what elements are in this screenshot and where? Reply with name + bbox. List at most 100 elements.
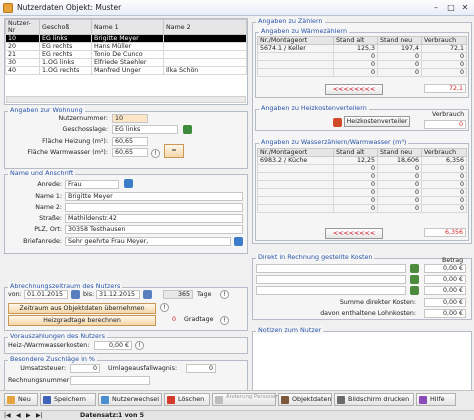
direkt-text-1[interactable] xyxy=(256,264,406,273)
nutzerwechsel-button[interactable]: Nutzerwechsel xyxy=(98,393,162,406)
calendar-icon[interactable] xyxy=(143,290,152,299)
table-row[interactable]: 000 xyxy=(257,52,467,61)
table-cell[interactable]: 0 xyxy=(421,188,467,197)
col-header[interactable]: Name 2 xyxy=(163,19,247,35)
equals-button[interactable]: = xyxy=(164,144,184,158)
table-cell[interactable]: 0 xyxy=(421,204,467,213)
table-cell[interactable]: 18,606 xyxy=(377,156,422,165)
table-cell[interactable]: 0 xyxy=(333,188,378,197)
table-row[interactable]: 000 xyxy=(257,188,467,197)
table-cell[interactable]: 30 xyxy=(5,58,40,67)
table-cell[interactable]: 6,356 xyxy=(421,156,467,165)
bildschirm-drucken-button[interactable]: Bildschirm drucken xyxy=(334,393,414,406)
bis-field[interactable]: 31.12.2015 xyxy=(96,290,140,299)
table-cell[interactable]: 0 xyxy=(377,164,422,173)
table-cell[interactable] xyxy=(257,60,334,69)
nutzernummer-field[interactable]: 10 xyxy=(112,114,148,123)
info-icon[interactable]: ! xyxy=(160,303,169,312)
table-cell[interactable]: Manfred Unger xyxy=(91,66,164,75)
table-cell[interactable]: 0 xyxy=(421,52,467,61)
table-cell[interactable]: Brigitte Meyer xyxy=(91,34,164,43)
table-cell[interactable]: 0 xyxy=(333,68,378,77)
aenderung-button[interactable]: Änderung Personenzahl xyxy=(212,393,290,406)
table-row[interactable]: 000 xyxy=(257,180,467,189)
speichern-button[interactable]: Speichern xyxy=(40,393,96,406)
lohn-field[interactable]: 0,00 € xyxy=(424,309,466,318)
table-row[interactable]: 40 1.OG rechts Manfred Unger Ilka Schön xyxy=(5,66,247,75)
table-cell[interactable] xyxy=(163,50,247,59)
table-cell[interactable] xyxy=(257,172,334,181)
table-cell[interactable]: 0 xyxy=(377,60,422,69)
table-cell[interactable]: Hans Müller xyxy=(91,42,164,51)
table-row[interactable]: 10 EG links Brigitte Meyer xyxy=(5,34,247,43)
direkt-betrag-2[interactable]: 0,00 € xyxy=(424,275,466,284)
hilfe-button[interactable]: Hilfe xyxy=(416,393,456,406)
zeitraum-objekt-button[interactable]: Zeitraum aus Objektdaten übernehmen xyxy=(8,303,156,314)
objektdaten-button[interactable]: Objektdaten xyxy=(278,393,332,406)
table-cell[interactable]: 40 xyxy=(5,66,40,75)
next-record-icon[interactable]: ▶ xyxy=(26,412,34,419)
umsatz-field[interactable]: 0 xyxy=(70,364,100,373)
table-cell[interactable]: 6983.2 / Küche xyxy=(257,156,334,165)
table-row[interactable]: 000 xyxy=(257,60,467,69)
table-row[interactable]: 000 xyxy=(257,68,467,77)
close-icon[interactable]: ✕ xyxy=(459,2,471,13)
table-cell[interactable] xyxy=(257,180,334,189)
von-field[interactable]: 01.01.2015 xyxy=(24,290,68,299)
table-cell[interactable] xyxy=(163,58,247,67)
table-cell[interactable]: EG links xyxy=(39,34,92,43)
ort-field[interactable]: 30358 Testhausen xyxy=(65,225,243,234)
table-cell[interactable]: 125,3 xyxy=(333,44,378,53)
table-cell[interactable]: 0 xyxy=(377,68,422,77)
prev-record-icon[interactable]: ◀ xyxy=(16,412,24,419)
direkt-text-2[interactable] xyxy=(256,275,406,284)
strasse-field[interactable]: Mathildenstr.42 xyxy=(65,214,243,223)
heizkostenverteiler-button[interactable]: Heizkostenverteiler xyxy=(344,116,410,127)
table-cell[interactable] xyxy=(257,196,334,205)
briefanrede-field[interactable]: Sehr geehrte Frau Meyer, xyxy=(65,237,231,246)
info-icon[interactable]: ! xyxy=(220,316,229,325)
maximize-icon[interactable]: □ xyxy=(445,2,457,13)
info-icon[interactable]: ! xyxy=(135,341,144,350)
table-cell[interactable]: 0 xyxy=(421,196,467,205)
table-cell[interactable]: 0 xyxy=(333,196,378,205)
wasser-sum-button[interactable]: <<<<<<<< xyxy=(325,228,383,239)
table-cell[interactable]: 0 xyxy=(333,52,378,61)
table-cell[interactable] xyxy=(257,204,334,213)
geschoss-field[interactable]: EG links xyxy=(112,125,178,134)
name2-field[interactable] xyxy=(65,203,243,212)
table-cell[interactable]: Ilka Schön xyxy=(163,66,247,75)
table-cell[interactable]: 5674.1 / Keller xyxy=(257,44,334,53)
direkt-text-3[interactable] xyxy=(256,286,406,295)
minimize-icon[interactable]: – xyxy=(430,2,442,13)
table-cell[interactable]: 0 xyxy=(333,204,378,213)
warmwasser-field[interactable]: 60,65 xyxy=(112,148,148,157)
table-cell[interactable]: 0 xyxy=(377,180,422,189)
heizung-field[interactable]: 60,65 xyxy=(112,137,148,146)
table-row[interactable]: 5674.1 / Keller 125,3 197,4 72,1 xyxy=(257,44,467,53)
table-cell[interactable]: 1.OG rechts xyxy=(39,66,92,75)
table-cell[interactable] xyxy=(163,42,247,51)
warm-sum-button[interactable]: <<<<<<<< xyxy=(325,84,383,95)
col-header[interactable]: Geschoß xyxy=(39,19,92,35)
umlage-field[interactable]: 0 xyxy=(186,364,216,373)
heizgradtage-button[interactable]: Heizgradtage berechnen xyxy=(8,315,156,326)
table-cell[interactable]: 0 xyxy=(377,196,422,205)
table-cell[interactable]: 0 xyxy=(421,60,467,69)
table-cell[interactable] xyxy=(257,164,334,173)
direkt-betrag-3[interactable]: 0,00 € xyxy=(424,286,466,295)
table-cell[interactable]: 0 xyxy=(421,180,467,189)
table-cell[interactable]: 0 xyxy=(377,172,422,181)
table-cell[interactable]: 72,1 xyxy=(421,44,467,53)
table-cell[interactable]: 197,4 xyxy=(377,44,422,53)
col-header[interactable]: Nutzer-Nr xyxy=(5,19,40,35)
table-cell[interactable] xyxy=(163,34,247,43)
rechnung-field[interactable] xyxy=(70,376,150,385)
table-cell[interactable]: 0 xyxy=(333,180,378,189)
table-cell[interactable]: 1.OG links xyxy=(39,58,92,67)
select-icon[interactable] xyxy=(410,264,419,273)
table-cell[interactable]: 0 xyxy=(421,68,467,77)
table-cell[interactable]: 0 xyxy=(333,172,378,181)
direkt-betrag-1[interactable]: 0,00 € xyxy=(424,264,466,273)
edit-icon[interactable] xyxy=(183,125,192,134)
